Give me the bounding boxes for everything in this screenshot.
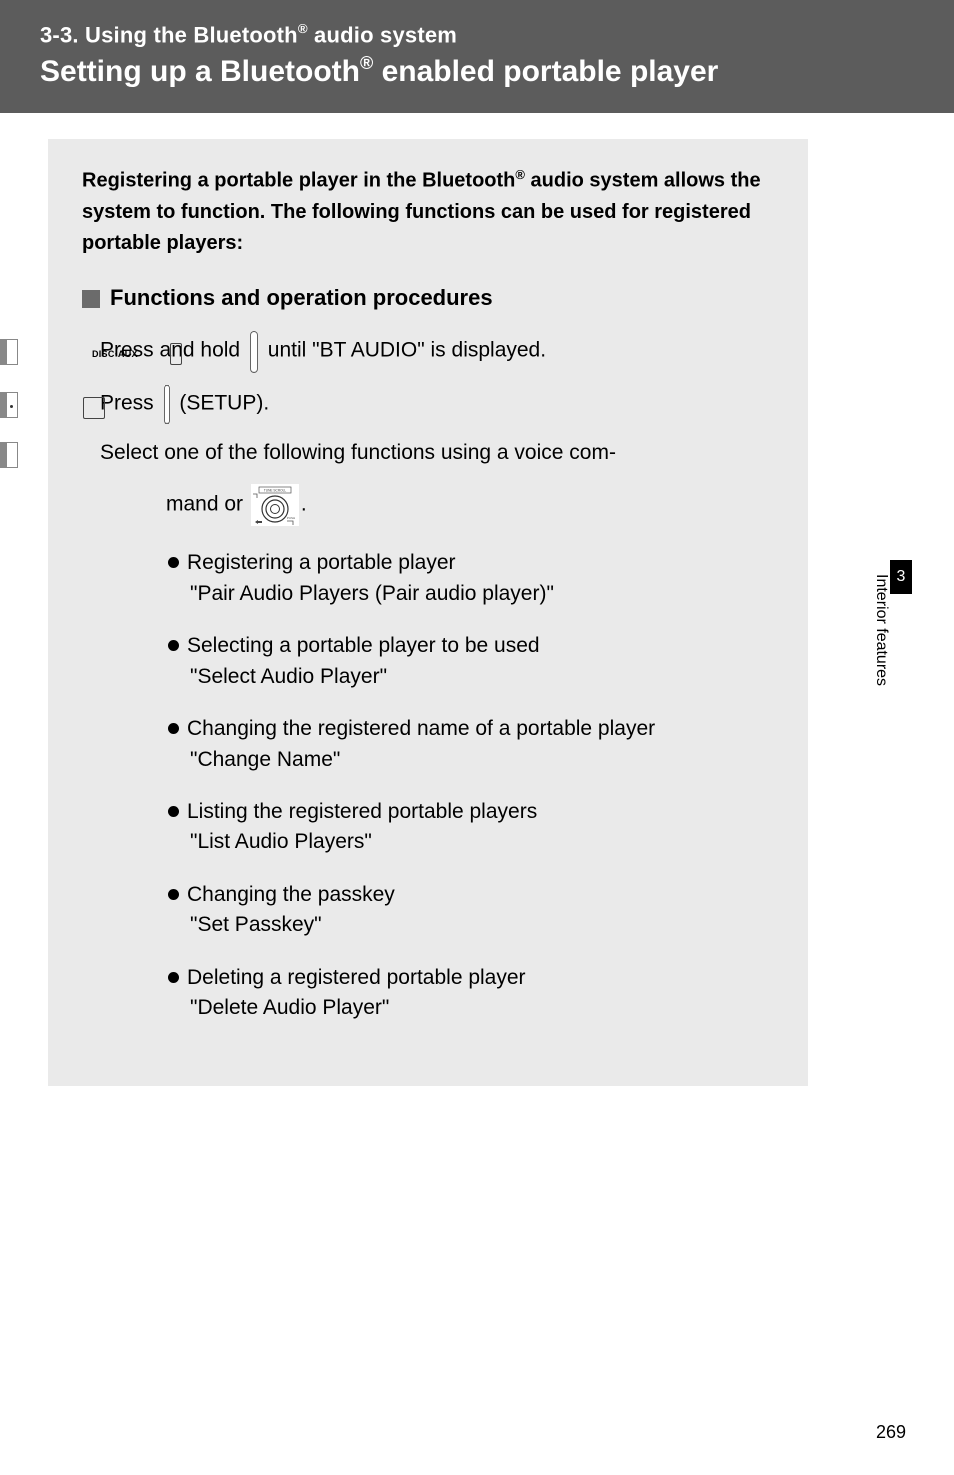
disc-aux-button-icon: DISC·AUX	[250, 331, 258, 371]
bullet-delete: Deleting a registered portable player "D…	[82, 963, 774, 1024]
intro-text-a: Registering a portable player in the Blu…	[82, 170, 515, 192]
bullet-sub: "Select Audio Player"	[190, 662, 774, 692]
step-3: STEP3 Select one of the following functi…	[82, 436, 774, 470]
bullet-sub: "Set Passkey"	[190, 910, 774, 940]
bullet-head: Registering a portable player	[187, 551, 456, 574]
bullet-sub: "Delete Audio Player"	[190, 993, 774, 1023]
section-prefix: 3-3. Using the Bluetooth	[40, 22, 298, 47]
bullet-change-name: Changing the registered name of a portab…	[82, 714, 774, 775]
step-3-continuation: mand or TUNE SCROLL PUSH .	[82, 484, 774, 526]
content-area: Registering a portable player in the Blu…	[0, 113, 954, 1085]
side-tab: Interior features 3	[868, 560, 954, 804]
bullet-passkey: Changing the passkey "Set Passkey"	[82, 880, 774, 941]
intro-paragraph: Registering a portable player in the Blu…	[82, 165, 774, 259]
section-number: 3-3. Using the Bluetooth® audio system	[40, 22, 924, 48]
bullet-sub: "List Audio Players"	[190, 827, 774, 857]
page-header: 3-3. Using the Bluetooth® audio system S…	[0, 0, 954, 113]
bullet-icon	[168, 723, 179, 734]
title-suffix: enabled portable player	[373, 55, 718, 88]
bullet-icon	[168, 889, 179, 900]
step-3-period: .	[301, 493, 307, 516]
page-number: 269	[876, 1422, 906, 1443]
functions-heading: Functions and operation procedures	[82, 285, 774, 311]
registered-mark: ®	[360, 53, 373, 73]
setup-button-icon	[164, 385, 170, 423]
step-2-text-b: (SETUP).	[174, 391, 270, 414]
side-pad	[890, 594, 954, 804]
step-badge: STEP3	[82, 437, 94, 471]
bullet-select: Selecting a portable player to be used "…	[82, 631, 774, 692]
step-2: STEP2 Press (SETUP).	[82, 385, 774, 423]
bullet-icon	[168, 806, 179, 817]
tune-scroll-knob-icon: TUNE SCROLL PUSH	[251, 484, 299, 526]
step-number: 3	[6, 442, 18, 468]
bullet-head: Changing the passkey	[187, 883, 395, 906]
bullet-register: Registering a portable player "Pair Audi…	[82, 548, 774, 609]
registered-mark: ®	[298, 21, 308, 36]
step-3-text-a: Select one of the following functions us…	[100, 441, 609, 464]
page-title: Setting up a Bluetooth® enabled portable…	[40, 54, 924, 89]
step-1-text-b: until "BT AUDIO" is displayed.	[262, 338, 546, 361]
bullet-sub: "Pair Audio Players (Pair audio player)"	[190, 579, 774, 609]
section-suffix: audio system	[308, 22, 457, 47]
page: 3-3. Using the Bluetooth® audio system S…	[0, 0, 954, 1475]
registered-mark: ®	[515, 167, 525, 182]
bullet-sub: "Change Name"	[190, 745, 774, 775]
title-prefix: Setting up a Bluetooth	[40, 55, 360, 88]
bullet-icon	[168, 557, 179, 568]
instruction-panel: Registering a portable player in the Blu…	[48, 139, 808, 1085]
functions-heading-text: Functions and operation procedures	[110, 285, 493, 311]
step-2-text-a: Press	[100, 391, 160, 414]
bullet-head: Deleting a registered portable player	[187, 966, 526, 989]
dot-icon	[10, 405, 13, 408]
bullet-head: Listing the registered portable players	[187, 800, 537, 823]
bullet-icon	[168, 640, 179, 651]
svg-text:TUNE SCROLL: TUNE SCROLL	[264, 489, 287, 493]
bullet-head: Changing the registered name of a portab…	[187, 717, 655, 740]
step-number: 1	[6, 339, 18, 365]
square-bullet-icon	[82, 290, 100, 308]
chapter-number-tab: 3	[890, 560, 912, 594]
side-stack: 3	[890, 560, 954, 804]
svg-text:PUSH: PUSH	[287, 516, 295, 520]
step-1: STEP1 Press and hold DISC·AUX until "BT …	[82, 331, 774, 371]
step-3-cont-text: mand or	[166, 493, 249, 516]
bullet-head: Selecting a portable player to be used	[187, 634, 540, 657]
chapter-label: Interior features	[868, 560, 890, 804]
bullet-icon	[168, 972, 179, 983]
disc-aux-label: DISC·AUX	[170, 343, 182, 365]
bullet-list: Listing the registered portable players …	[82, 797, 774, 858]
